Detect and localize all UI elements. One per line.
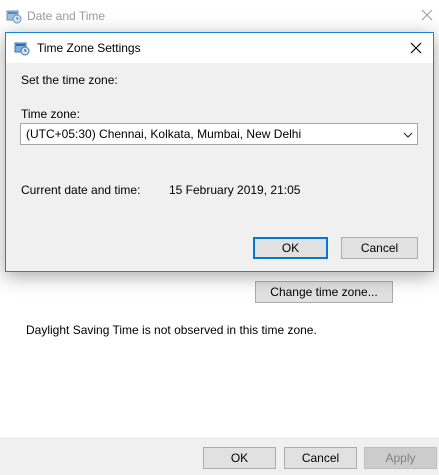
change-time-zone-button[interactable]: Change time zone... <box>255 281 393 303</box>
parent-ok-button[interactable]: OK <box>203 447 276 469</box>
date-time-icon <box>6 8 22 24</box>
parent-window-title: Date and Time <box>27 9 106 23</box>
parent-apply-button: Apply <box>364 447 437 469</box>
dst-info-text: Daylight Saving Time is not observed in … <box>26 323 317 337</box>
dialog-close-icon[interactable] <box>408 40 424 56</box>
parent-close-icon[interactable] <box>419 7 435 23</box>
time-zone-selected-value: (UTC+05:30) Chennai, Kolkata, Mumbai, Ne… <box>26 127 302 141</box>
dialog-title: Time Zone Settings <box>37 41 141 55</box>
parent-cancel-button[interactable]: Cancel <box>284 447 357 469</box>
current-date-time-label: Current date and time: <box>21 183 141 197</box>
chevron-down-icon[interactable] <box>402 129 414 141</box>
parent-titlebar: Date and Time <box>0 0 439 33</box>
date-time-icon <box>14 40 30 56</box>
dialog-cancel-button[interactable]: Cancel <box>341 237 418 259</box>
dialog-titlebar: Time Zone Settings <box>6 33 433 63</box>
dialog-ok-button[interactable]: OK <box>253 237 328 259</box>
time-zone-label: Time zone: <box>21 107 80 121</box>
current-date-time-value: 15 February 2019, 21:05 <box>169 183 301 197</box>
time-zone-settings-dialog: Time Zone Settings Set the time zone: Ti… <box>5 32 434 272</box>
set-time-zone-label: Set the time zone: <box>21 73 118 87</box>
time-zone-dropdown[interactable]: (UTC+05:30) Chennai, Kolkata, Mumbai, Ne… <box>20 123 418 145</box>
screen: Date and Time Change time zone... Daylig… <box>0 0 439 475</box>
